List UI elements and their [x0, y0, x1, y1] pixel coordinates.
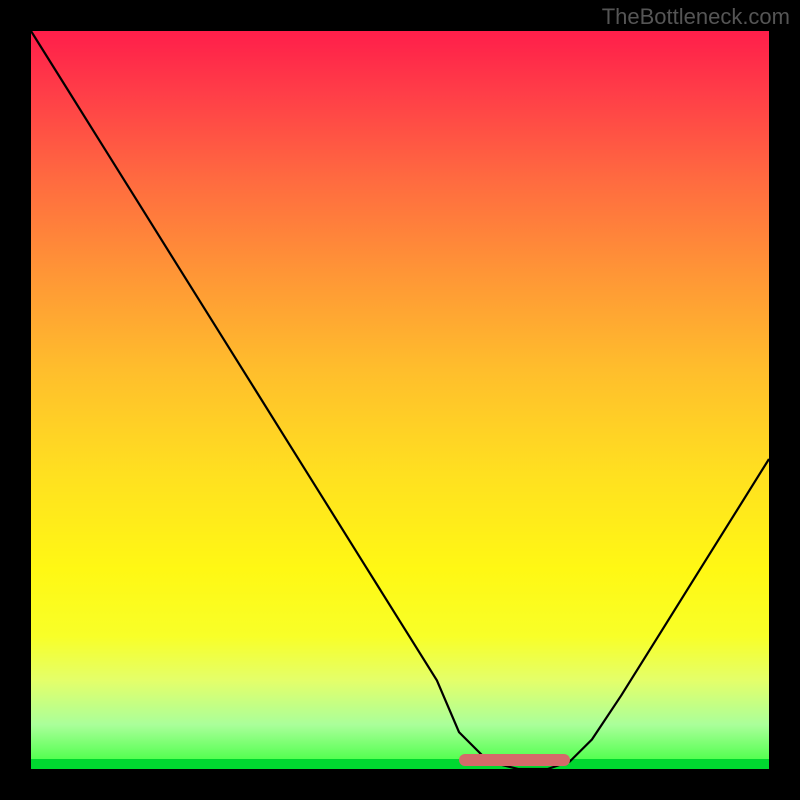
chart-plot-area	[31, 31, 769, 769]
watermark-text: TheBottleneck.com	[602, 4, 790, 30]
optimal-zone-marker	[459, 754, 570, 766]
bottleneck-curve	[31, 31, 769, 769]
